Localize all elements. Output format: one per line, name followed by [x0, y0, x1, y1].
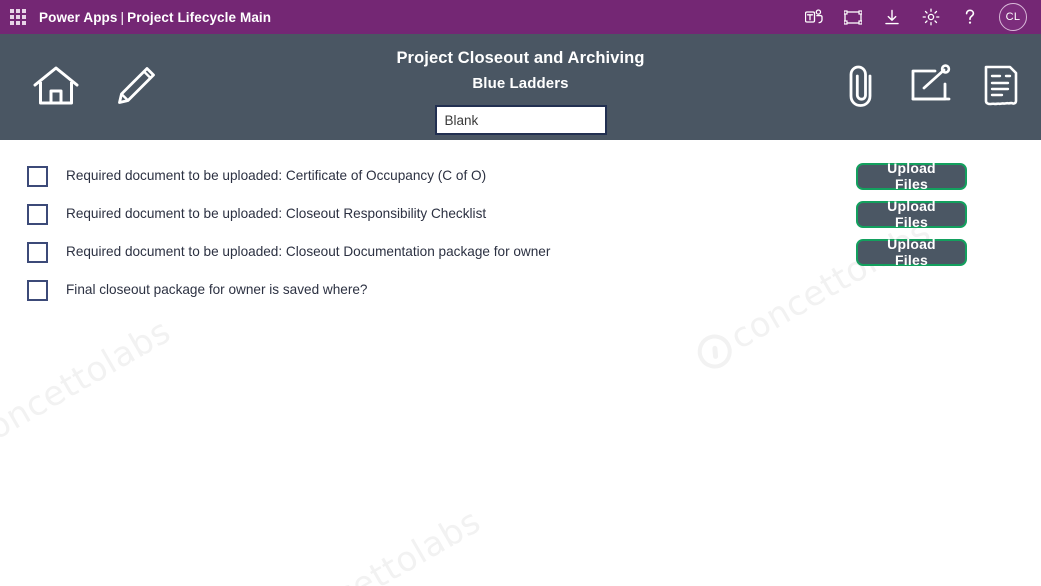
brand-primary[interactable]: Power Apps: [39, 10, 118, 25]
row-action-placeholder: [856, 277, 967, 304]
form-content: concettolabs concettolabs concettolabs c…: [0, 140, 1041, 586]
waffle-dot: [10, 9, 14, 13]
header-right-actions: [835, 60, 1027, 112]
list-item: Required document to be uploaded: Closeo…: [0, 233, 1041, 271]
user-avatar[interactable]: CL: [999, 3, 1027, 31]
list-item-label: Final closeout package for owner is save…: [66, 281, 368, 297]
list-item-label: Required document to be uploaded: Closeo…: [66, 205, 487, 221]
waffle-dot: [22, 21, 26, 25]
checklist: Required document to be uploaded: Certif…: [0, 140, 1041, 309]
brand-title: Power Apps | Project Lifecycle Main: [39, 10, 271, 25]
open-external-icon[interactable]: [905, 60, 957, 112]
help-icon[interactable]: [960, 7, 980, 27]
document-icon[interactable]: [975, 60, 1027, 112]
project-name-input[interactable]: [434, 105, 607, 135]
waffle-dot: [16, 15, 20, 19]
checkbox[interactable]: [27, 203, 48, 225]
gear-icon[interactable]: [921, 7, 941, 27]
app-launcher-waffle-icon[interactable]: [8, 7, 28, 27]
checkbox[interactable]: [27, 279, 48, 301]
watermark-text: concettolabs: [273, 501, 488, 586]
pencil-icon[interactable]: [110, 60, 162, 112]
upload-files-button[interactable]: Upload Files: [856, 160, 967, 192]
waffle-dot: [10, 15, 14, 19]
home-icon[interactable]: [30, 60, 82, 112]
list-item: Required document to be uploaded: Closeo…: [0, 195, 1041, 233]
list-item-label: Required document to be uploaded: Certif…: [66, 167, 487, 183]
waffle-dot: [10, 21, 14, 25]
checkbox[interactable]: [27, 241, 48, 263]
waffle-dot: [22, 15, 26, 19]
top-bar-actions: CL: [804, 3, 1031, 31]
upload-files-button[interactable]: Upload Files: [856, 236, 967, 268]
waffle-dot: [22, 9, 26, 13]
upload-files-button[interactable]: Upload Files: [856, 198, 967, 230]
brand-secondary[interactable]: Project Lifecycle Main: [127, 10, 271, 25]
watermark: concettolabs: [0, 311, 178, 477]
download-icon[interactable]: [882, 7, 902, 27]
watermark-text: concettolabs: [0, 311, 178, 458]
fullscreen-icon[interactable]: [843, 7, 863, 27]
app-header: Project Closeout and Archiving Blue Ladd…: [0, 34, 1041, 140]
brand-separator: |: [120, 9, 125, 25]
watermark: concettolabs: [240, 501, 488, 586]
paperclip-icon[interactable]: [835, 60, 887, 112]
header-left-actions: [30, 60, 162, 112]
header-input-wrapper: [434, 105, 607, 135]
waffle-dot: [16, 21, 20, 25]
waffle-dot: [16, 9, 20, 13]
top-bar: Power Apps | Project Lifecycle Main CL: [0, 0, 1041, 34]
list-item: Final closeout package for owner is save…: [0, 271, 1041, 309]
checkbox[interactable]: [27, 165, 48, 187]
list-item: Required document to be uploaded: Certif…: [0, 157, 1041, 195]
watermark-logo-icon: [691, 328, 738, 375]
list-item-label: Required document to be uploaded: Closeo…: [66, 243, 551, 259]
teams-icon[interactable]: [804, 7, 824, 27]
